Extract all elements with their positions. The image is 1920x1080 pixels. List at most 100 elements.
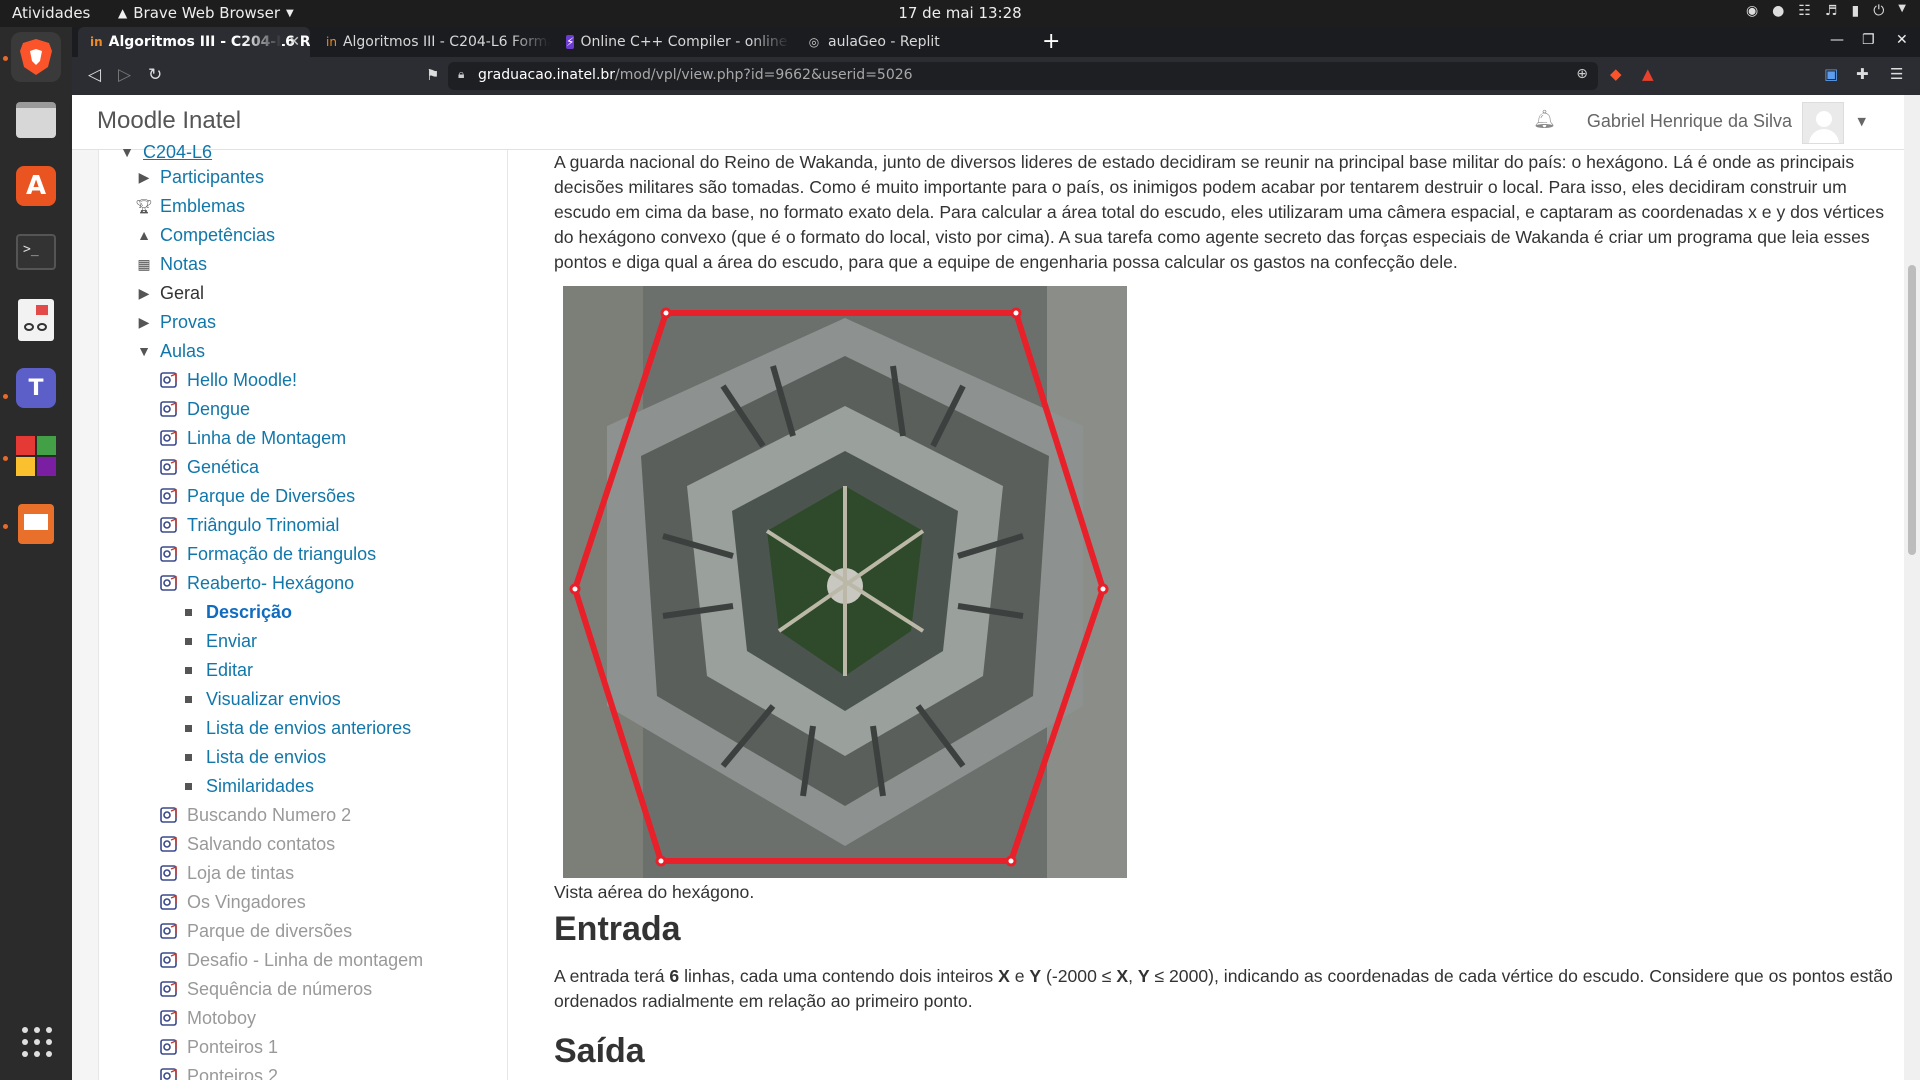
office-icon[interactable] (11, 431, 61, 481)
nav-aula-item[interactable]: Reaberto- Hexágono (159, 572, 354, 594)
nav-hidden-activity[interactable]: Sequência de números (159, 978, 372, 1000)
running-indicator (3, 394, 8, 399)
new-tab-button[interactable]: + (1042, 29, 1060, 54)
tab-algoritmos-formacao[interactable]: in Algoritmos III - C204-L6 Forma (314, 27, 550, 57)
brave-rewards-icon[interactable]: ▲ (1642, 65, 1654, 83)
nav-hidden-activity[interactable]: Ponteiros 1 (159, 1036, 278, 1058)
dock: A >_ T (0, 27, 72, 1080)
zoom-icon[interactable]: ⊕ (1576, 66, 1588, 82)
bookmark-icon[interactable]: ⚑ (426, 66, 439, 84)
nav-hidden-activity-label: Ponteiros 2 (187, 1065, 279, 1080)
teams-tray-icon[interactable]: ● (1772, 3, 1784, 19)
nav-aula-item[interactable]: Parque de Diversões (159, 485, 355, 507)
chevron-right-icon: ▶ (138, 313, 150, 330)
show-apps-icon[interactable] (22, 1027, 52, 1057)
discord-icon[interactable]: ◉ (1746, 3, 1758, 19)
clock[interactable]: 17 de mai 13:28 (898, 4, 1021, 22)
nav-subitem[interactable]: Similaridades (181, 775, 314, 797)
terminal-icon[interactable]: >_ (11, 227, 61, 277)
volume-icon[interactable]: ♬ (1825, 3, 1838, 19)
site-name-link[interactable]: Moodle Inatel (97, 107, 241, 135)
nav-competencias[interactable]: ▲ Competências (134, 224, 275, 246)
nav-hidden-activity[interactable]: Ponteiros 2 (159, 1065, 278, 1080)
app-center-icon[interactable]: A (11, 161, 61, 211)
nav-geral[interactable]: ▶ Geral (134, 282, 204, 304)
nav-aula-item[interactable]: Hello Moodle! (159, 369, 297, 391)
nav-hidden-activity-label: Salvando contatos (187, 833, 336, 854)
nav-hidden-activity[interactable]: Desafio - Linha de montagem (159, 949, 423, 971)
brave-shields-icon[interactable]: ◆ (1610, 65, 1622, 83)
nav-hidden-activity-label: Os Vingadores (187, 891, 306, 912)
image-caption: Vista aérea do hexágono. (554, 882, 755, 902)
tab-online-compiler[interactable]: ⚡ Online C++ Compiler - online e (554, 27, 790, 57)
vpl-activity-icon (159, 399, 179, 419)
lightning-favicon-icon: ⚡ (566, 35, 575, 49)
avatar[interactable] (1802, 102, 1844, 144)
nav-subitem-label: Similaridades (206, 775, 315, 796)
nav-course[interactable]: ▼ C204-L6 (117, 141, 212, 163)
page-scrollbar[interactable] (1904, 95, 1920, 1080)
nav-aula-item[interactable]: Triângulo Trinomial (159, 514, 339, 536)
nav-provas[interactable]: ▶ Provas (134, 311, 216, 333)
nav-hidden-activity[interactable]: Loja de tintas (159, 862, 294, 884)
close-window-button[interactable]: ✕ (1896, 32, 1908, 48)
nav-aula-item[interactable]: Linha de Montagem (159, 427, 346, 449)
address-bar[interactable]: 🔒︎ graduacao.inatel.br/mod/vpl/view.php?… (448, 62, 1598, 90)
nav-label: Emblemas (160, 195, 246, 216)
teams-icon[interactable]: T (11, 363, 61, 413)
user-name[interactable]: Gabriel Henrique da Silva (1587, 111, 1792, 132)
app-menu[interactable]: ▲ Brave Web Browser ▼ (118, 4, 294, 22)
vpl-activity-icon (159, 979, 179, 999)
microphone-icon[interactable]: ▮ (1852, 3, 1860, 19)
nav-hidden-activity[interactable]: Salvando contatos (159, 833, 335, 855)
nav-emblemas[interactable]: 🏆︎ Emblemas (134, 195, 245, 217)
minimize-button[interactable]: — (1830, 32, 1844, 48)
nav-aula-label: Triângulo Trinomial (187, 514, 340, 535)
nav-hidden-activity[interactable]: Parque de diversões (159, 920, 352, 942)
nav-subitem[interactable]: Lista de envios (181, 746, 326, 768)
translate-icon[interactable]: ▣ (1824, 65, 1838, 83)
activities-button[interactable]: Atividades (12, 4, 90, 22)
nav-subitem[interactable]: Lista de envios anteriores (181, 717, 411, 739)
nav-aula-label: Hello Moodle! (187, 369, 298, 390)
nav-aula-label: Linha de Montagem (187, 427, 347, 448)
extensions-icon[interactable]: ✚ (1856, 65, 1869, 83)
nav-hidden-activity[interactable]: Motoboy (159, 1007, 256, 1029)
scrollbar-thumb[interactable] (1908, 265, 1916, 555)
network-icon[interactable]: ☷ (1798, 3, 1811, 19)
nav-aula-item[interactable]: Genética (159, 456, 259, 478)
tab-replit[interactable]: ◎ aulaGeo - Replit (794, 27, 1030, 57)
nav-subitem[interactable]: Enviar (181, 630, 257, 652)
chevron-down-icon: ▼ (137, 343, 151, 359)
nav-hidden-activity[interactable]: Os Vingadores (159, 891, 306, 913)
chevron-down-icon[interactable]: ▼ (1898, 3, 1906, 19)
activity-description: A guarda nacional do Reino de Wakanda, j… (554, 152, 1885, 272)
system-tray[interactable]: ◉ ● ☷ ♬ ▮ ⏻ ▼ (1746, 3, 1906, 19)
forward-button[interactable]: ▷ (118, 65, 131, 85)
back-button[interactable]: ◁ (88, 65, 101, 85)
nav-aula-item[interactable]: Formação de triangulos (159, 543, 376, 565)
nav-subitem[interactable]: Editar (181, 659, 253, 681)
tab-algoritmos-reaberto[interactable]: in Algoritmos III - C204-L6 Re ✕ (78, 27, 310, 57)
close-icon[interactable]: ✕ (288, 34, 300, 50)
nav-subitem[interactable]: Descrição (181, 601, 292, 623)
nav-participantes[interactable]: ▶ Participantes (134, 166, 264, 188)
nav-subitem[interactable]: Visualizar envios (181, 688, 341, 710)
maximize-button[interactable]: ❐ (1862, 32, 1875, 48)
document-viewer-icon[interactable] (11, 295, 61, 345)
nav-aula-item[interactable]: Dengue (159, 398, 250, 420)
bullet-icon (185, 753, 192, 761)
vpl-activity-icon (159, 921, 179, 941)
menu-icon[interactable]: ☰ (1890, 65, 1903, 83)
nav-hidden-activity[interactable]: Buscando Numero 2 (159, 804, 351, 826)
notification-bell-icon[interactable]: 🔔︎ (1533, 109, 1556, 130)
reload-button[interactable]: ↻ (148, 65, 162, 85)
nav-notas[interactable]: ▦ Notas (134, 253, 207, 275)
presentation-icon[interactable] (11, 499, 61, 549)
power-icon[interactable]: ⏻ (1873, 3, 1884, 19)
running-indicator (3, 56, 8, 61)
files-icon[interactable] (11, 95, 61, 145)
nav-aulas[interactable]: ▼ Aulas (134, 340, 205, 362)
chevron-down-icon[interactable]: ▼ (1858, 115, 1866, 128)
brave-icon[interactable] (11, 32, 61, 82)
